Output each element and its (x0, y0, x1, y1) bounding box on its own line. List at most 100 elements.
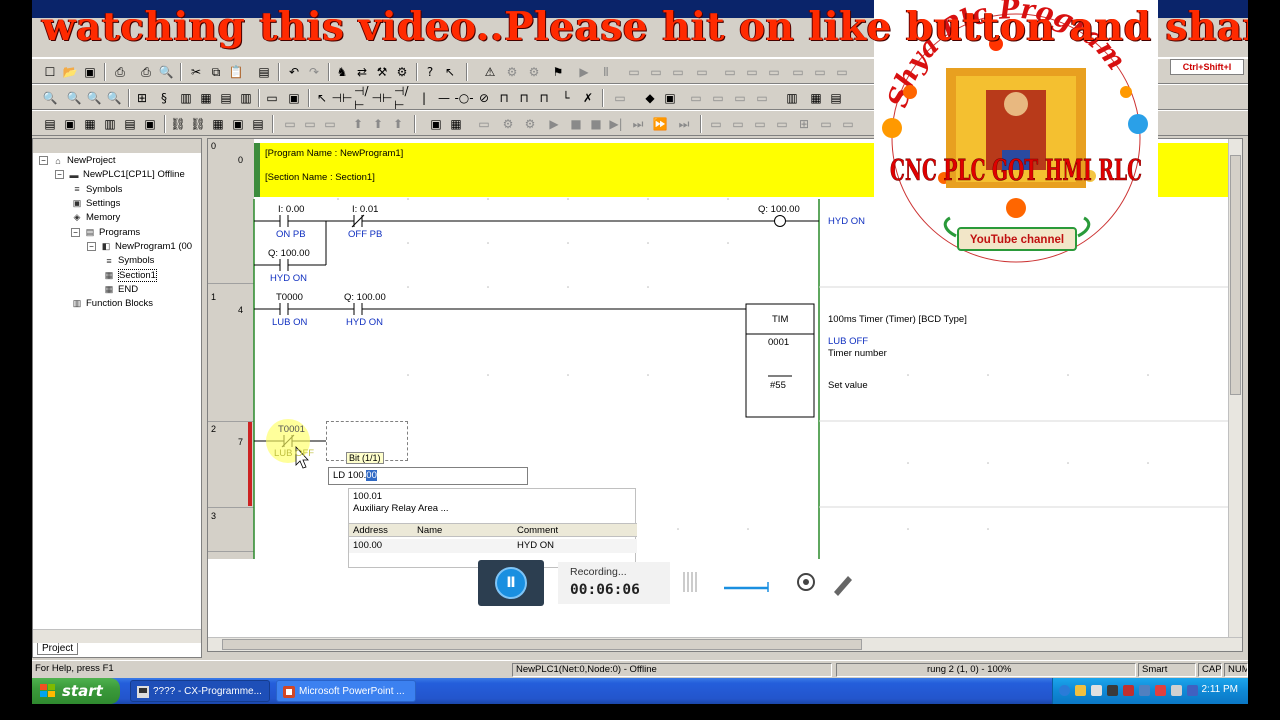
simulator-2-icon[interactable]: ▦ (448, 116, 464, 132)
set-icon[interactable]: ⬆ (350, 116, 366, 132)
contact-address[interactable]: I: 0.01 (352, 204, 378, 215)
tb3-a-icon[interactable]: ▭ (708, 116, 724, 132)
tab-project[interactable]: Project (37, 643, 79, 655)
view-1-icon[interactable]: ▭ (790, 64, 806, 80)
collapse-toggle-icon[interactable]: − (55, 170, 64, 180)
view-3-icon[interactable]: ▭ (834, 64, 850, 80)
network-3-icon[interactable]: ▦ (210, 116, 226, 132)
zoom-fit-icon[interactable]: 🔍 (106, 90, 122, 106)
transfer-icon[interactable]: ▭ (626, 64, 642, 80)
sim-1-icon[interactable]: ▭ (476, 116, 492, 132)
online-3-icon[interactable]: ▭ (732, 90, 748, 106)
grid-icon[interactable]: ⊞ (134, 90, 150, 106)
instruction-input[interactable]: LD 100.00 (328, 467, 528, 485)
suggestion-row[interactable]: 100.00 HYD ON (349, 539, 637, 553)
tree-item[interactable]: ▥ Function Blocks (71, 298, 153, 309)
paste-icon[interactable]: 📋 (228, 64, 244, 80)
tb3-e-icon[interactable]: ⊞ (796, 116, 812, 132)
column-comment[interactable]: Comment (517, 525, 558, 536)
force-icon[interactable]: ⬆ (390, 116, 406, 132)
network-5-icon[interactable]: ▤ (250, 116, 266, 132)
tray-arrow-icon[interactable] (1059, 685, 1070, 696)
show-list-icon[interactable]: ▥ (238, 90, 254, 106)
memory-window-icon[interactable]: ▤ (122, 116, 138, 132)
contact-address[interactable]: Q: 100.00 (344, 292, 386, 303)
replace-icon[interactable]: ⇄ (354, 64, 370, 80)
project-workspace-icon[interactable]: ▤ (42, 116, 58, 132)
new-icon[interactable]: ☐ (42, 64, 58, 80)
output-window-icon[interactable]: ▣ (62, 116, 78, 132)
decimal-icon[interactable]: ▭ (302, 116, 318, 132)
tree-item[interactable]: ▦ END (103, 284, 138, 295)
transfer-to-icon[interactable]: ▭ (648, 64, 664, 80)
tray-icon-2[interactable] (1091, 685, 1102, 696)
save-icon[interactable]: ▣ (82, 64, 98, 80)
reset-icon[interactable]: ⬆ (370, 116, 386, 132)
vertical-line-icon[interactable]: | (416, 90, 432, 106)
contact-address[interactable]: I: 0.00 (278, 204, 304, 215)
taskbar-item-powerpoint[interactable]: Microsoft PowerPoint ... (276, 680, 416, 702)
tree-item[interactable]: − ◧ NewProgram1 (00 (87, 241, 192, 252)
undo-icon[interactable]: ↶ (286, 64, 302, 80)
contact-no-icon[interactable]: ⊣⊢ (332, 90, 353, 106)
network-2-icon[interactable]: ⛓ (190, 116, 206, 132)
tree-item[interactable]: ▣ Settings (71, 198, 121, 209)
coil-icon[interactable]: -○- (454, 90, 473, 106)
contact-address[interactable]: T0000 (276, 292, 303, 303)
hex-icon[interactable]: ▭ (282, 116, 298, 132)
sim-pause-icon[interactable]: ■ (588, 116, 604, 132)
address-suggestion-list[interactable]: 100.01 Auxiliary Relay Area ... Address … (348, 488, 637, 568)
run-icon[interactable]: ▶ (576, 64, 592, 80)
io-table-icon[interactable]: ▣ (142, 116, 158, 132)
column-name[interactable]: Name (417, 525, 442, 536)
sim-run-icon[interactable]: ▶ (546, 116, 562, 132)
open-icon[interactable]: 📂 (62, 64, 78, 80)
tb3-c-icon[interactable]: ▭ (752, 116, 768, 132)
monitor-ladder-icon[interactable]: ▦ (198, 90, 214, 106)
online-edit-3-icon[interactable]: ▭ (766, 64, 782, 80)
block-2-icon[interactable]: ▣ (662, 90, 678, 106)
online-4-icon[interactable]: ▭ (754, 90, 770, 106)
tb3-d-icon[interactable]: ▭ (774, 116, 790, 132)
sim-step-4-icon[interactable]: ⏭ (676, 116, 692, 132)
address-window-icon[interactable]: ▥ (102, 116, 118, 132)
view-2-icon[interactable]: ▭ (812, 64, 828, 80)
network-icon[interactable]: ⛓ (170, 116, 186, 132)
mode-icon[interactable]: ⚑ (550, 64, 566, 80)
ladder-vertical-scrollbar[interactable] (1228, 139, 1242, 637)
tree-item[interactable]: ▦ Section1 (103, 269, 157, 283)
window-icon[interactable]: ▥ (784, 90, 800, 106)
tree-item[interactable]: ≡ Symbols (71, 184, 122, 195)
tb3-b-icon[interactable]: ▭ (730, 116, 746, 132)
line-connect-icon[interactable]: └ (558, 90, 574, 106)
sim-stop-icon[interactable]: ■ (568, 116, 584, 132)
timer-set-value-operand[interactable]: #55 (770, 380, 786, 391)
paste-special-icon[interactable]: ▤ (256, 64, 272, 80)
online-1-icon[interactable]: ▭ (688, 90, 704, 106)
pause-recording-button[interactable]: Ⅱ (478, 560, 544, 606)
zoom-in-icon[interactable]: 🔍 (66, 90, 82, 106)
project-horizontal-scrollbar[interactable] (33, 629, 201, 643)
monitor-icon[interactable]: ⚙ (526, 64, 542, 80)
zoom-out-icon[interactable]: 🔍 (86, 90, 102, 106)
select-icon[interactable]: ↖ (314, 90, 330, 106)
binary-icon[interactable]: ▭ (322, 116, 338, 132)
timer-number-operand[interactable]: 0001 (768, 337, 789, 348)
stl-icon[interactable]: ▭ (264, 90, 280, 106)
block-icon[interactable]: ◆ (642, 90, 658, 106)
online-2-icon[interactable]: ▭ (710, 90, 726, 106)
tray-icon-4[interactable] (1123, 685, 1134, 696)
tree-item[interactable]: ◈ Memory (71, 212, 121, 223)
redo-icon[interactable]: ↷ (306, 64, 322, 80)
simulator-icon[interactable]: ▣ (428, 116, 444, 132)
column-address[interactable]: Address (353, 525, 388, 536)
window-3-icon[interactable]: ▤ (828, 90, 844, 106)
timer-instruction-name[interactable]: TIM (772, 314, 788, 325)
preview-icon[interactable]: 🔍 (158, 64, 174, 80)
online-icon[interactable]: ⚙ (504, 64, 520, 80)
cross-reference-icon[interactable]: ⚒ (374, 64, 390, 80)
tree-item[interactable]: − ⌂ NewProject (39, 155, 116, 166)
taskbar-item-cx-programmer[interactable]: ???? - CX-Programme... (130, 680, 270, 702)
cut-icon[interactable]: ✂ (188, 64, 204, 80)
watch-window-icon[interactable]: ▦ (82, 116, 98, 132)
